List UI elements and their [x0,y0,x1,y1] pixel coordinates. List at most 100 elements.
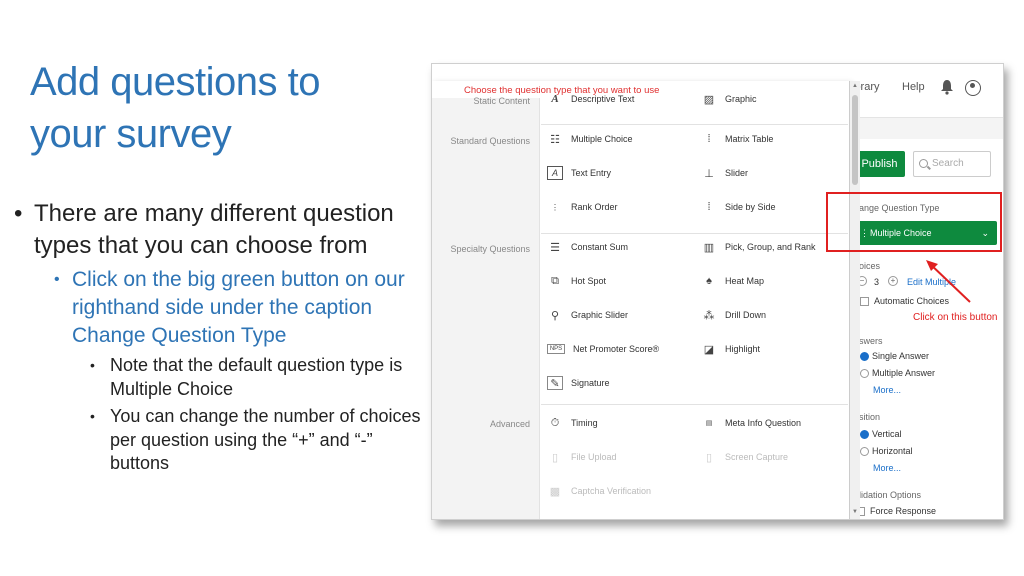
bullet-level2: • Click on the big green button on our r… [54,266,424,350]
qtype-descriptive-text[interactable]: A Descriptive Text [547,90,634,108]
qtype-label: Net Promoter Score® [573,344,660,354]
qtype-net-promoter-score[interactable]: NPS Net Promoter Score® [547,340,659,358]
bullet1-text: There are many different question types … [34,200,394,259]
qtype-label: Constant Sum [571,242,629,252]
list-bullets-icon: ☷ [550,133,560,146]
qtype-label: Highlight [725,344,761,354]
matrix-icon: ⁞ [707,133,711,145]
flame-icon: ♠ [706,275,712,287]
screen-capture-icon: ▯ [705,451,713,464]
side-by-side-icon: ⁞ [707,201,711,213]
bullet2-text: Click on the big green button on our rig… [72,268,405,347]
bell-icon[interactable] [940,79,954,95]
user-avatar-icon[interactable] [965,80,981,96]
plus-button[interactable]: + [888,276,898,286]
qtype-highlight[interactable]: ◪ Highlight [701,340,760,358]
qtype-side-by-side[interactable]: ⁞ Side by Side [701,198,775,216]
qtype-signature[interactable]: ✎ Signature [547,374,610,392]
qtype-multiple-choice[interactable]: ☷ Multiple Choice [547,130,633,148]
qtype-drill-down[interactable]: ⁂ Drill Down [701,306,767,324]
graphic-slider-icon: ⚲ [550,309,560,322]
qtype-heat-map[interactable]: ♠ Heat Map [701,272,764,290]
force-response-label[interactable]: Force Response [870,506,936,516]
qtype-label: Signature [571,378,610,388]
rank-icon: ⋮ [551,202,559,212]
captcha-icon: ▩ [549,485,561,498]
qtype-hot-spot[interactable]: ⧉ Hot Spot [547,272,606,290]
search-placeholder: Search [932,158,964,169]
qtype-screen-capture: ▯ Screen Capture [701,448,788,466]
qtype-rank-order[interactable]: ⋮ Rank Order [547,198,618,216]
qtype-graphic[interactable]: ▨ Graphic [701,90,757,108]
vertical-radio[interactable] [860,430,869,439]
automatic-choices-checkbox[interactable] [860,297,869,306]
text-entry-icon: A [547,166,563,180]
horizontal-radio[interactable] [860,447,869,456]
qtype-label: Matrix Table [725,134,774,144]
qtype-pick-group-rank[interactable]: ▥ Pick, Group, and Rank [701,238,816,256]
qtype-label: Graphic Slider [571,310,629,320]
file-icon: ▯ [551,451,559,464]
search-icon [919,159,928,168]
qtype-timing[interactable]: ⏱ Timing [547,414,598,432]
scroll-thumb[interactable] [852,95,858,185]
nps-icon: NPS [547,344,565,354]
question-type-popup: Choose the question type that you want t… [432,81,850,519]
scroll-down-arrow-icon[interactable]: ▼ [850,509,860,515]
bullet-level1: • There are many different question type… [14,198,424,262]
qtype-label: Multiple Choice [571,134,633,144]
popup-scrollbar[interactable]: ▲ ▼ [850,81,860,519]
vertical-label: Vertical [872,429,902,439]
annotation-arrow-icon [926,260,971,303]
section-divider [541,124,848,125]
annotation-text: Click on this button [913,312,998,323]
qtype-label: Timing [571,418,598,428]
timer-icon: ⏱ [550,416,560,429]
question-type-grid: A Descriptive Text ▨ Graphic ☷ Multiple Cho… [541,93,848,519]
qtype-matrix-table[interactable]: ⁞ Matrix Table [701,130,773,148]
multiple-answer-label: Multiple Answer [872,368,936,378]
answers-more-link[interactable]: More... [873,385,901,395]
image-icon: ▨ [703,93,715,106]
qtype-graphic-slider[interactable]: ⚲ Graphic Slider [547,306,628,324]
highlight-icon: ◪ [703,343,715,356]
qtype-label: Screen Capture [725,452,789,462]
choices-count: 3 [874,277,880,287]
qtype-label: Heat Map [725,276,765,286]
slide-title: Add questions to your survey [30,56,410,160]
single-answer-radio[interactable] [860,352,869,361]
section-specialty-questions: Specialty Questions [450,244,530,254]
bullet3a-text: Note that the default question type is M… [110,355,403,399]
qtype-captcha: ▩ Captcha Verification [547,482,651,500]
qtype-meta-info[interactable]: ▤ Meta Info Question [701,414,801,432]
qtype-label: Captcha Verification [571,486,652,496]
slide-title-line2: your survey [30,112,232,156]
qtype-label: Text Entry [571,168,612,178]
meta-info-icon: ▤ [705,420,713,427]
slide-title-line1: Add questions to [30,60,321,104]
qtype-text-entry[interactable]: A Text Entry [547,164,611,182]
drill-down-icon: ⁂ [703,309,715,322]
section-standard-questions: Standard Questions [450,136,530,146]
qtype-label: Hot Spot [571,276,607,286]
slider-icon: ⊥ [704,167,714,180]
hot-spot-icon: ⧉ [551,274,559,287]
scroll-up-arrow-icon[interactable]: ▲ [850,83,860,89]
search-input[interactable]: Search [913,151,991,177]
multiple-answer-radio[interactable] [860,369,869,378]
qtype-label: Descriptive Text [571,94,635,104]
qtype-constant-sum[interactable]: ☰ Constant Sum [547,238,628,256]
single-answer-label: Single Answer [872,351,930,361]
publish-button[interactable]: Publish [854,151,905,177]
bullet-level3-a: • Note that the default question type is… [90,354,424,401]
annotation-highlight-box [826,192,1002,252]
position-more-link[interactable]: More... [873,463,901,473]
pen-icon: ✎ [547,376,563,390]
qtype-slider[interactable]: ⊥ Slider [701,164,748,182]
horizontal-label: Horizontal [872,446,913,456]
pick-group-icon: ▥ [703,241,715,254]
qtype-label: Rank Order [571,202,618,212]
popup-sidebar: Static Content Standard Questions Specia… [432,96,540,519]
help-link[interactable]: Help [902,81,925,93]
text-a-icon: A [551,93,559,105]
